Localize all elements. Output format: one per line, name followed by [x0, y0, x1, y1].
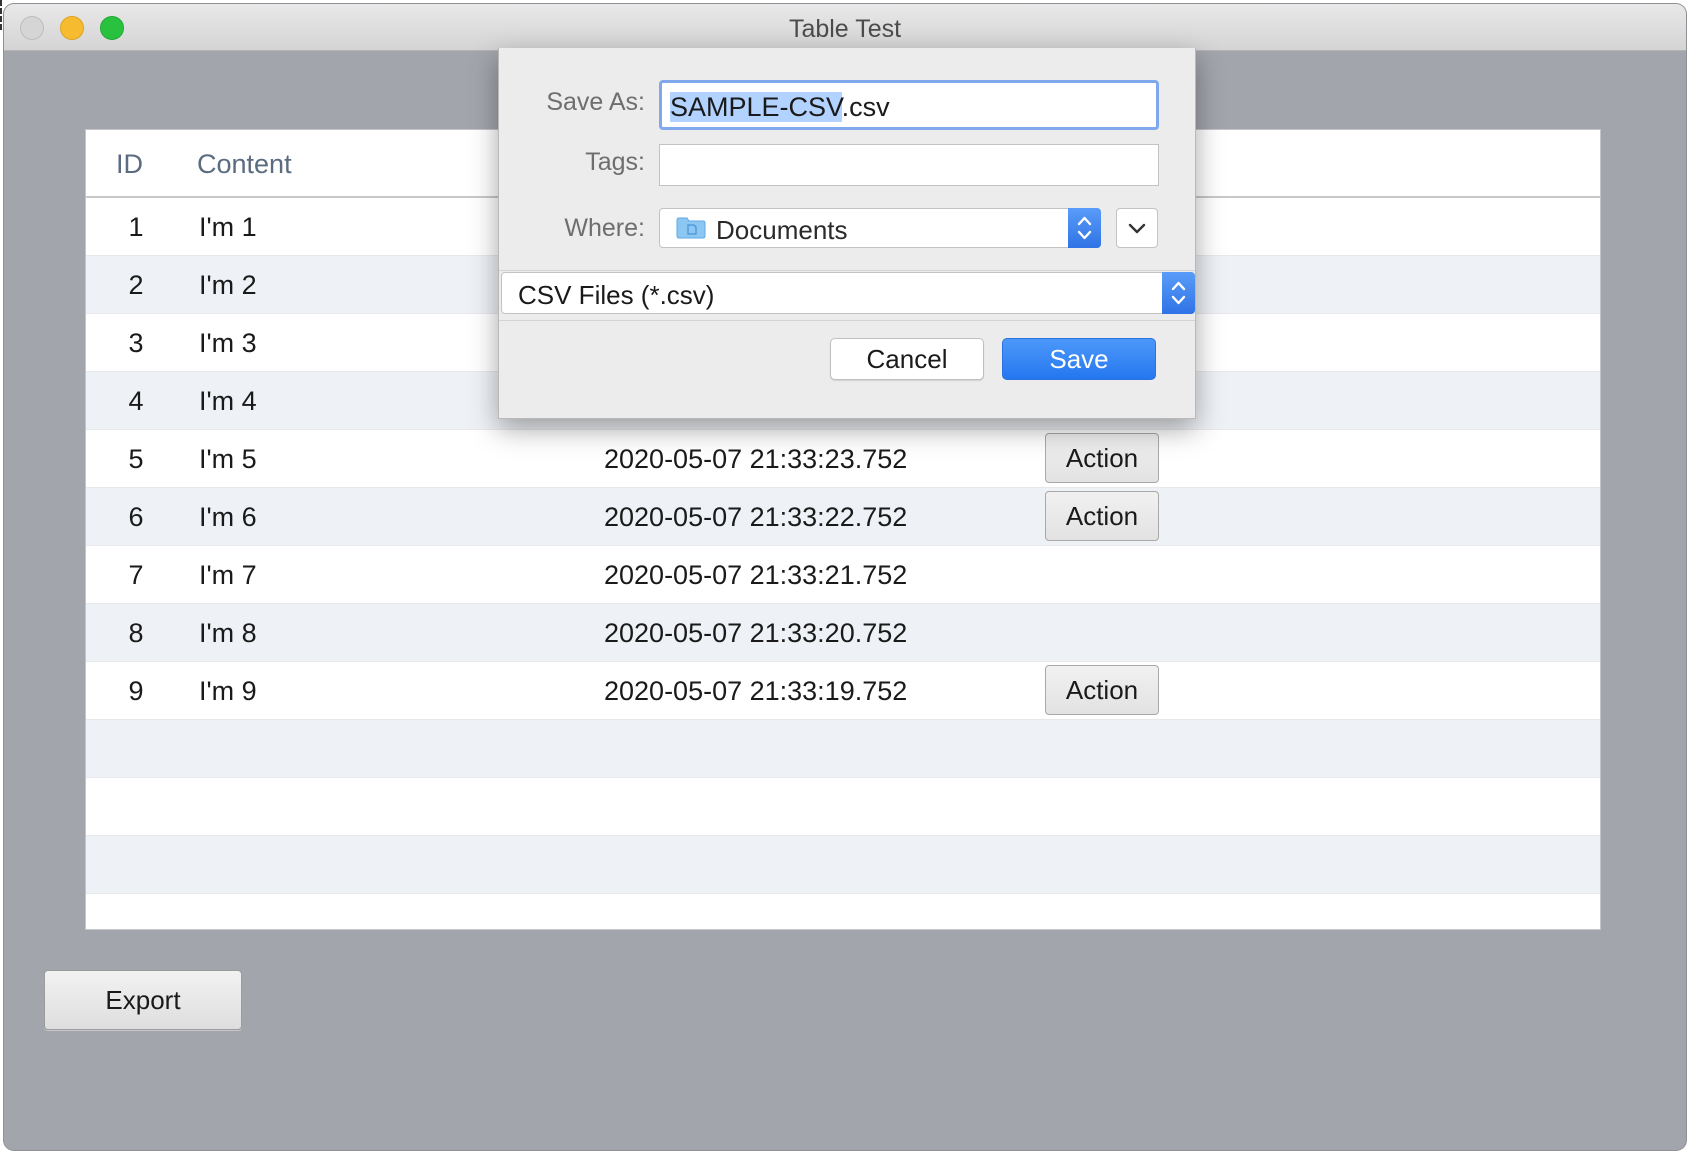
- row-date-cell: 2020-05-07 21:33:20.752: [604, 618, 908, 648]
- row-action-button[interactable]: Action: [1045, 491, 1159, 541]
- chevron-down-icon: [1128, 223, 1146, 234]
- app-window: Table Test ID Content 1 I'm 1 2 I'm 2 3 I'm 3…: [4, 4, 1686, 1150]
- row-action-button[interactable]: Action: [1045, 433, 1159, 483]
- cancel-button[interactable]: Cancel: [830, 338, 984, 380]
- row-content-cell: I'm 2: [199, 270, 257, 300]
- row-date-cell: 2020-05-07 21:33:19.752: [604, 676, 908, 706]
- row-content-cell: I'm 1: [199, 212, 257, 242]
- row-content-cell: I'm 3: [199, 328, 257, 358]
- file-format-popup[interactable]: CSV Files (*.csv): [501, 272, 1195, 314]
- title-bar: Table Test: [4, 4, 1686, 51]
- row-date-cell: 2020-05-07 21:33:23.752: [604, 444, 908, 474]
- row-content-cell: I'm 4: [199, 386, 257, 416]
- row-content-cell: I'm 9: [199, 676, 257, 706]
- where-value: Documents: [716, 215, 848, 245]
- row-date-cell: 2020-05-07 21:33:22.752: [604, 502, 908, 532]
- row-id-cell: 5: [128, 444, 144, 474]
- row-content-cell: I'm 6: [199, 502, 257, 532]
- row-id-cell: 8: [128, 618, 144, 648]
- table-row[interactable]: 7 I'm 7 2020-05-07 21:33:21.752: [86, 546, 1600, 604]
- folder-icon: [676, 217, 706, 239]
- expand-dialog-button[interactable]: [1116, 208, 1158, 248]
- save-button[interactable]: Save: [1002, 338, 1156, 380]
- row-content-cell: I'm 8: [199, 618, 257, 648]
- file-format-value: CSV Files (*.csv): [518, 280, 715, 310]
- divider: [499, 320, 1195, 321]
- row-id-cell: 2: [128, 270, 144, 300]
- row-id-cell: 4: [128, 386, 144, 416]
- row-content-cell: I'm 7: [199, 560, 257, 590]
- save-as-label: Save As:: [546, 88, 645, 116]
- where-location-popup[interactable]: Documents: [659, 208, 1101, 248]
- row-id-cell: 3: [128, 328, 144, 358]
- filename-selected-text: SAMPLE-CSV: [670, 92, 842, 122]
- table-row[interactable]: 9 I'm 9 2020-05-07 21:33:19.752 Action: [86, 662, 1600, 720]
- save-dialog: Save As: SAMPLE-CSV.csv Tags: Where: Doc…: [498, 48, 1196, 419]
- column-header-content[interactable]: Content: [197, 149, 292, 180]
- tags-label: Tags:: [585, 148, 645, 176]
- row-action-button[interactable]: Action: [1045, 665, 1159, 715]
- window-title: Table Test: [788, 15, 902, 43]
- format-stepper-icon: [1162, 272, 1195, 314]
- export-button[interactable]: Export: [44, 970, 242, 1030]
- tags-input[interactable]: [659, 144, 1159, 186]
- table-row[interactable]: 5 I'm 5 2020-05-07 21:33:23.752 Action: [86, 430, 1600, 488]
- filename-input[interactable]: SAMPLE-CSV.csv: [659, 80, 1159, 130]
- where-stepper-icon: [1068, 208, 1101, 248]
- row-date-cell: 2020-05-07 21:33:21.752: [604, 560, 908, 590]
- empty-table-row[interactable]: [86, 720, 1600, 778]
- column-header-id[interactable]: ID: [116, 149, 143, 180]
- row-id-cell: 7: [128, 560, 144, 590]
- row-content-cell: I'm 5: [199, 444, 257, 474]
- table-row[interactable]: 6 I'm 6 2020-05-07 21:33:22.752 Action: [86, 488, 1600, 546]
- empty-table-row[interactable]: [86, 778, 1600, 836]
- where-label: Where:: [564, 214, 645, 242]
- row-id-cell: 9: [128, 676, 144, 706]
- table-row[interactable]: 8 I'm 8 2020-05-07 21:33:20.752: [86, 604, 1600, 662]
- divider: [499, 270, 1195, 271]
- row-id-cell: 1: [128, 212, 144, 242]
- filename-extension: .csv: [841, 92, 890, 122]
- empty-table-row[interactable]: [86, 836, 1600, 894]
- row-id-cell: 6: [128, 502, 144, 532]
